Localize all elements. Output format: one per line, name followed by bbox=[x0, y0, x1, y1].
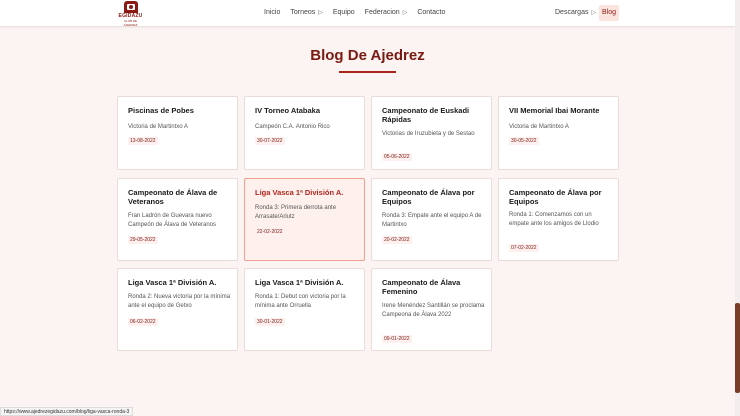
nav-equipo-label: Equipo bbox=[332, 9, 355, 16]
nav-descargas-label: Descargas bbox=[555, 9, 589, 16]
blog-card[interactable]: Campeonato de Álava Femenino Irene Menén… bbox=[371, 268, 492, 351]
card-description: Victoria de Martintxo A bbox=[509, 124, 569, 130]
card-date: 30-07-2022 bbox=[255, 137, 285, 145]
card-title: Campeonato de Álava de Veteranos bbox=[128, 188, 218, 206]
nav-equipo[interactable]: Equipo bbox=[333, 9, 355, 16]
blog-card[interactable]: IV Torneo Atabaka Campeón C.A. Antonio R… bbox=[244, 96, 365, 170]
blog-card[interactable]: Liga Vasca 1ª División A. Ronda 1: Debut… bbox=[244, 268, 365, 351]
card-title: Piscinas de Pobes bbox=[128, 106, 194, 115]
main-nav: Inicio Torneos ▷ Equipo Federacion ▷ Conta… bbox=[264, 9, 455, 16]
card-title: Campeonato de Álava Femenino bbox=[382, 278, 461, 296]
card-date: 09-01-2022 bbox=[382, 335, 412, 343]
card-date: 06-02-2022 bbox=[128, 318, 158, 326]
scrollbar-thumb[interactable] bbox=[735, 303, 740, 393]
title-underline bbox=[339, 71, 396, 73]
card-date: 30-01-2022 bbox=[255, 318, 285, 326]
card-title: Campeonato de Álava por Equipos bbox=[509, 188, 602, 206]
nav-descargas[interactable]: Descargas ▷ bbox=[555, 9, 596, 16]
card-date: 13-08-2022 bbox=[128, 137, 158, 145]
card-description: Ronda 1: Debut con victoria por la mínim… bbox=[255, 294, 346, 309]
blog-card[interactable]: Campeonato de Álava por Equipos Ronda 1:… bbox=[498, 178, 619, 261]
card-title: Campeonato de Álava por Equipos bbox=[382, 188, 475, 206]
nav-blog-button[interactable]: Blog bbox=[599, 5, 620, 21]
page-title: Blog De Ajedrez bbox=[310, 47, 425, 64]
status-bar-url: https://www.ajedrezegidazu.com/blog/liga… bbox=[0, 407, 134, 416]
card-title: Liga Vasca 1ª División A. bbox=[255, 278, 344, 287]
nav-inicio[interactable]: Inicio bbox=[264, 9, 280, 16]
chevron-right-icon: ▷ bbox=[402, 10, 408, 16]
nav-contacto-label: Contacto bbox=[417, 9, 446, 16]
logo-icon bbox=[123, 1, 138, 13]
card-description: Irene Menéndez Santillán se proclama Cam… bbox=[382, 303, 485, 318]
card-description: Fran Ladrón de Guevara nuevo Campeón de … bbox=[128, 213, 217, 228]
blog-card[interactable]: VII Memorial Ibai Morante Victoria de Ma… bbox=[498, 96, 619, 170]
card-description: Ronda 3: Primera derrota ante Arrasate/A… bbox=[255, 205, 337, 220]
card-title: VII Memorial Ibai Morante bbox=[509, 106, 600, 115]
card-title: Liga Vasca 1ª División A. bbox=[255, 188, 344, 197]
blog-card-active[interactable]: Liga Vasca 1ª División A. Ronda 3: Prime… bbox=[244, 178, 365, 261]
nav-inicio-label: Inicio bbox=[264, 9, 281, 16]
top-navbar: EGIDAZU CLUB DE AJEDREZ Inicio Torneos ▷ … bbox=[0, 0, 735, 27]
blog-card[interactable]: Campeonato de Álava por Equipos Ronda 3:… bbox=[371, 178, 492, 261]
nav-contacto[interactable]: Contacto bbox=[417, 9, 445, 16]
chevron-right-icon: ▷ bbox=[318, 10, 323, 16]
blog-card[interactable]: Piscinas de Pobes Victoria de Martintxo … bbox=[117, 96, 238, 170]
card-description: Campeón C.A. Antonio Rico bbox=[255, 124, 330, 130]
blog-card[interactable]: Campeonato de Álava de Veteranos Fran La… bbox=[117, 178, 238, 261]
card-date: 29-05-2022 bbox=[128, 236, 158, 244]
card-description: Ronda 2: Nueva victoria por la mínima an… bbox=[128, 294, 231, 309]
card-description: Victorias de Iruzubieta y de Sestao bbox=[382, 131, 475, 137]
card-date: 20-02-2022 bbox=[382, 236, 412, 244]
card-description: Victoria de Martintxo A bbox=[128, 124, 188, 130]
card-date: 22-02-2022 bbox=[255, 228, 285, 236]
card-date: 07-02-2022 bbox=[509, 244, 539, 252]
card-date: 30-05-2022 bbox=[509, 137, 539, 145]
nav-torneos[interactable]: Torneos ▷ bbox=[290, 9, 323, 16]
nav-federacion-label: Federacion bbox=[364, 9, 400, 16]
chevron-right-icon: ▷ bbox=[591, 10, 597, 16]
club-logo[interactable]: EGIDAZU CLUB DE AJEDREZ bbox=[117, 1, 144, 27]
nav-federacion[interactable]: Federacion ▷ bbox=[365, 9, 408, 16]
card-title: Campeonato de Euskadi Rápidas bbox=[382, 106, 470, 124]
card-title: IV Torneo Atabaka bbox=[255, 106, 321, 115]
blog-card[interactable]: Liga Vasca 1ª División A. Ronda 2: Nueva… bbox=[117, 268, 238, 351]
logo-subtext: CLUB DE AJEDREZ bbox=[123, 19, 138, 27]
card-description: Ronda 1: Comenzamos con un empate ante l… bbox=[509, 212, 599, 227]
blog-card[interactable]: Campeonato de Euskadi Rápidas Victorias … bbox=[371, 96, 492, 170]
card-description: Ronda 3: Empate ante el equipo A de Mart… bbox=[382, 213, 482, 228]
nav-torneos-label: Torneos bbox=[290, 9, 316, 16]
card-date: 05-06-2022 bbox=[382, 153, 412, 161]
card-title: Liga Vasca 1ª División A. bbox=[128, 278, 217, 287]
